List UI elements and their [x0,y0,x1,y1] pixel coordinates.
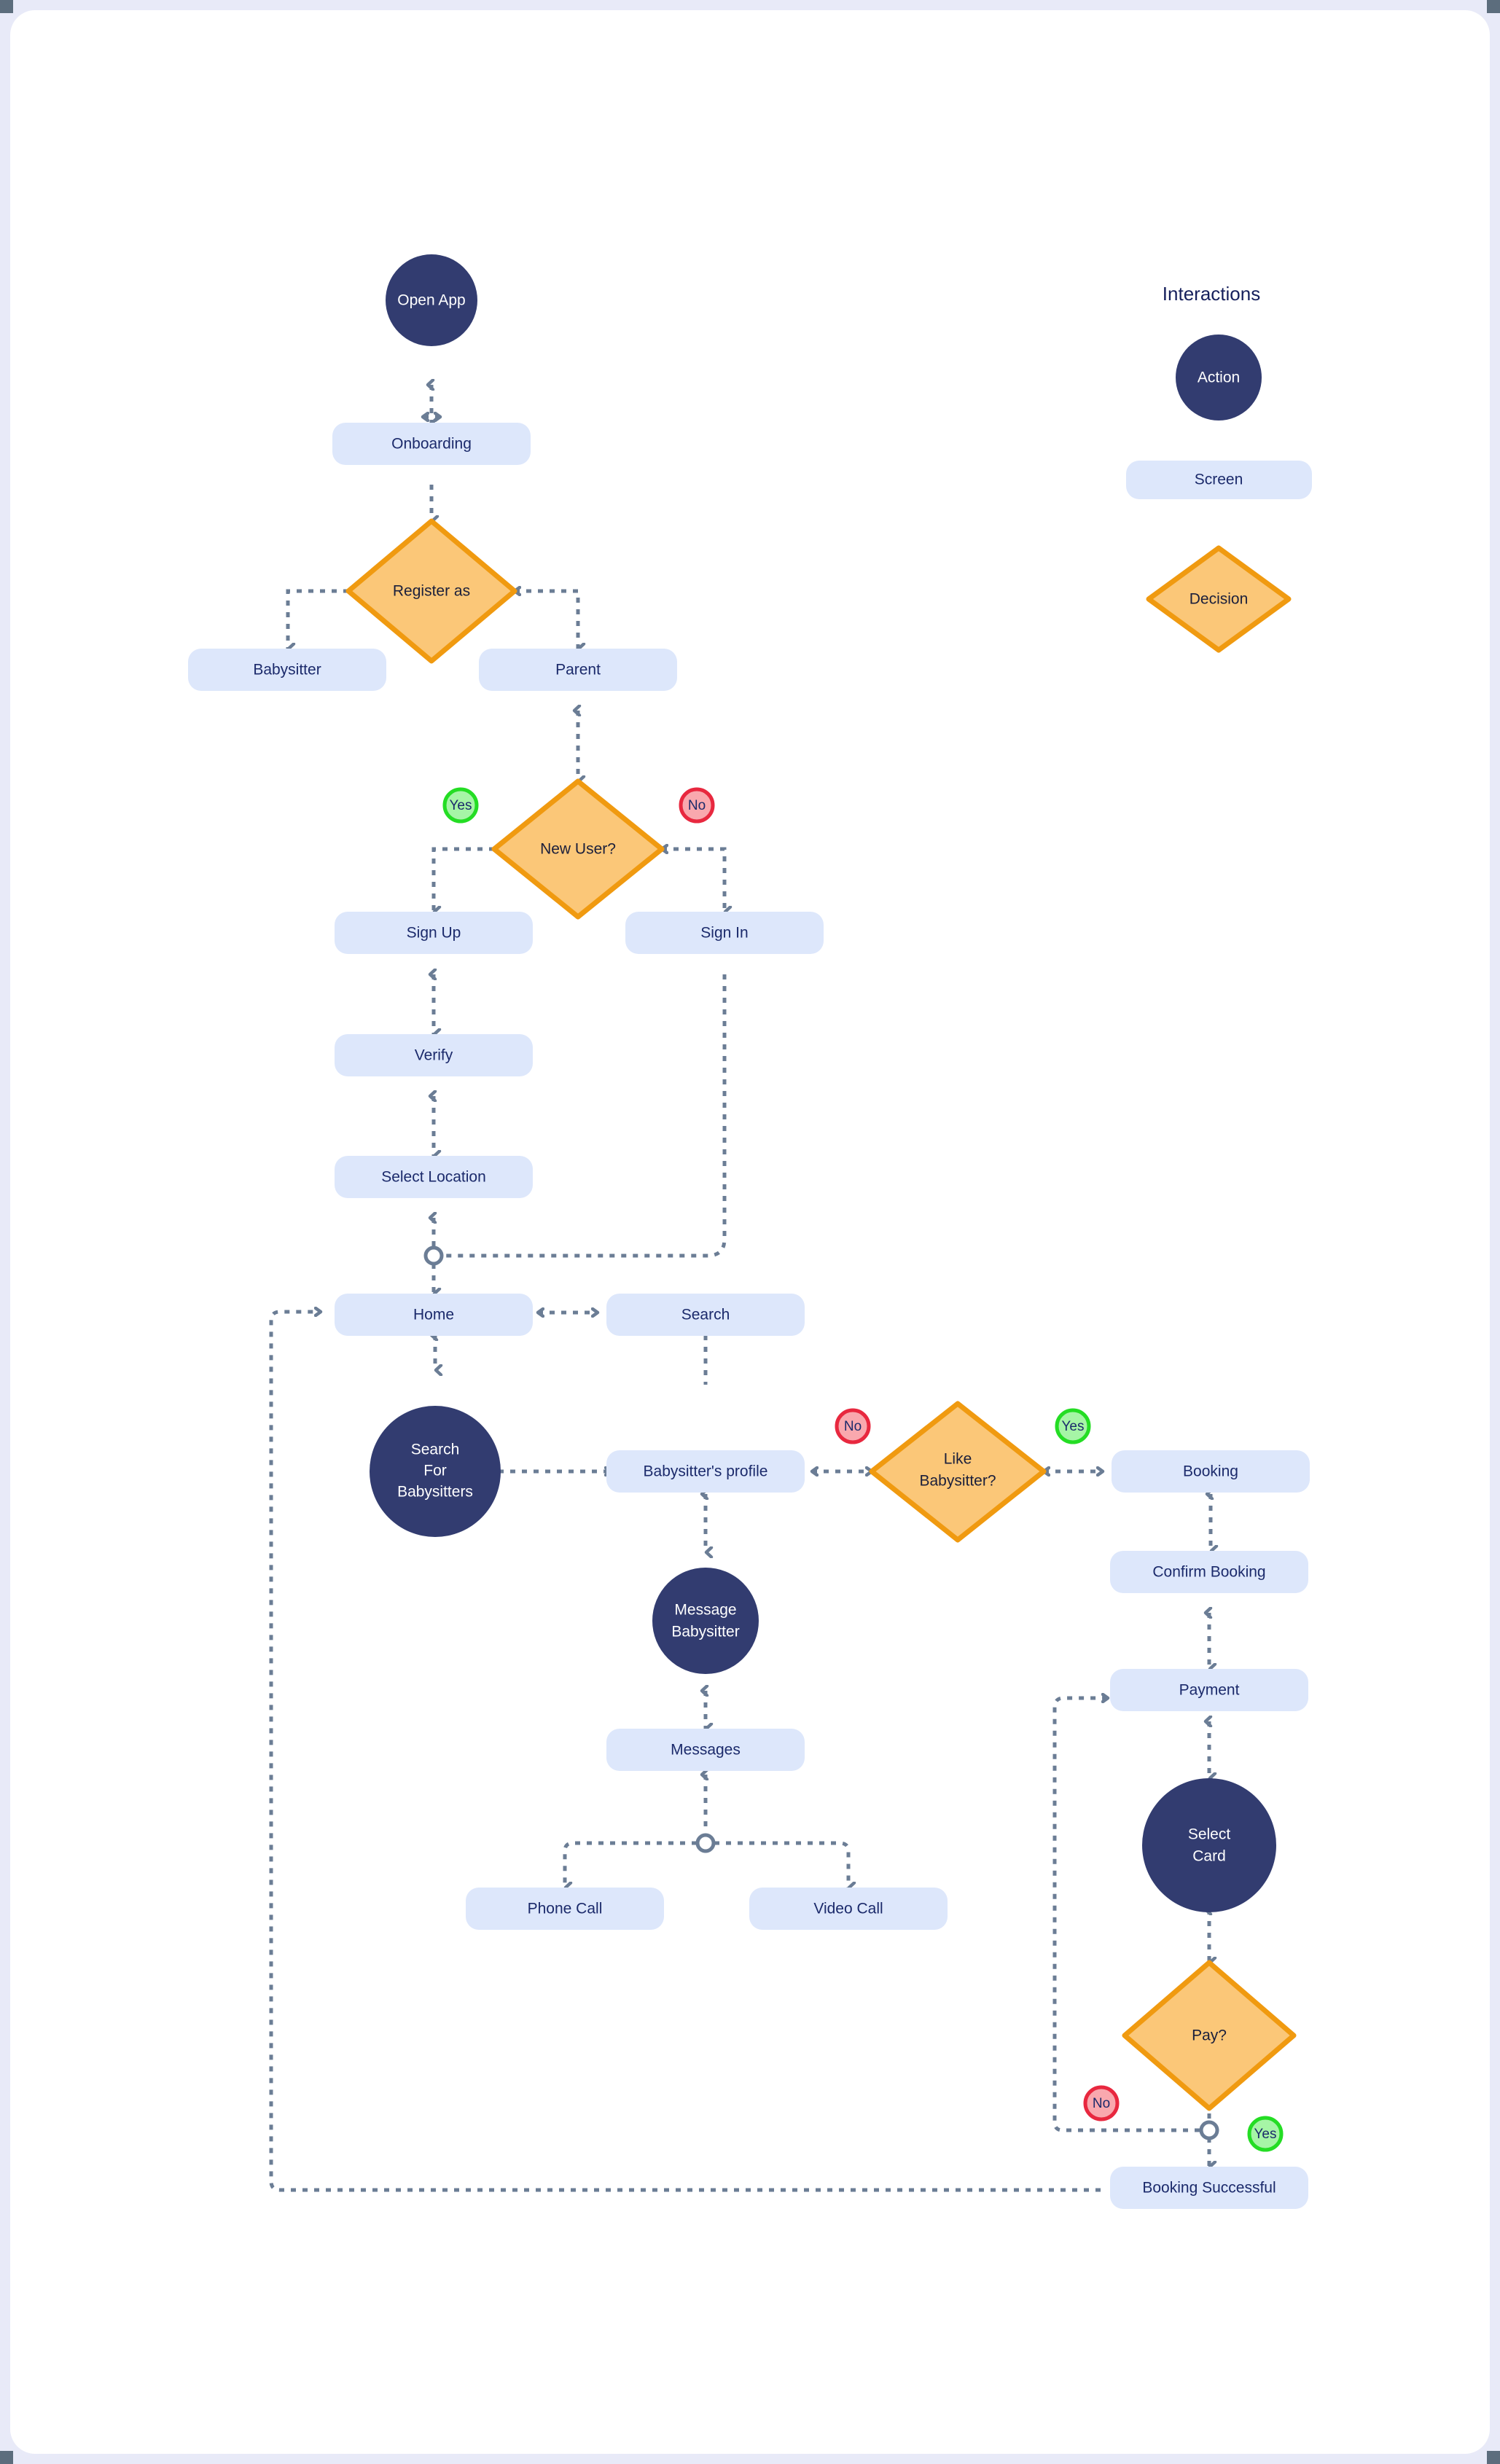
badge-no-new-user: No [679,787,715,824]
node-select-location[interactable]: Select Location [335,1156,533,1198]
node-onboarding[interactable]: Onboarding [332,423,531,465]
node-sign-in-label: Sign In [700,925,748,942]
node-booking-label: Booking [1183,1463,1238,1480]
node-message-babysitter[interactable]: Message Babysitter [652,1568,759,1674]
node-verify[interactable]: Verify [335,1034,533,1076]
node-layer: Open App Onboarding Register as Babysitt… [188,254,1310,2209]
node-open-app-label: Open App [397,292,465,309]
corner-marker-top-right [1487,0,1500,13]
node-messages-label: Messages [671,1742,741,1759]
node-new-user[interactable]: New User? [491,778,665,920]
node-select-card-line2: Card [1192,1848,1226,1865]
junction-below-messages [695,1833,716,1853]
node-message-babysitter-line1: Message [674,1602,736,1619]
node-booking-successful[interactable]: Booking Successful [1110,2167,1308,2209]
node-parent-label: Parent [555,662,601,678]
legend-screen-label: Screen [1195,472,1243,488]
node-new-user-label: New User? [540,841,616,858]
badge-yes-pay: Yes [1247,2116,1284,2152]
node-like-babysitter[interactable]: Like Babysitter? [869,1401,1047,1543]
legend-item-action: Action [1176,335,1262,421]
legend-decision-label: Decision [1190,591,1249,608]
edge-newuser-signin [662,849,724,912]
node-select-card[interactable]: Select Card [1142,1778,1276,1912]
node-open-app[interactable]: Open App [386,254,477,346]
badge-yes-new-user: Yes [442,787,479,824]
node-search-for-babysitters[interactable]: Search For Babysitters [370,1406,501,1537]
badge-no-like-babysitter-label: No [844,1419,862,1434]
node-message-babysitter-line2: Babysitter [671,1624,739,1640]
badge-no-new-user-label: No [688,798,706,813]
node-select-location-label: Select Location [381,1169,486,1186]
node-pay[interactable]: Pay? [1122,1960,1297,2111]
corner-marker-bottom-right [1487,2451,1500,2464]
legend-item-screen: Screen [1126,461,1312,499]
edge-register-parent [515,591,578,649]
node-search-for-babysitters-line1: Search [411,1442,460,1458]
node-babysitters-profile-label: Babysitter's profile [644,1463,768,1480]
node-sign-up[interactable]: Sign Up [335,912,533,954]
node-babysitter[interactable]: Babysitter [188,649,386,691]
node-register-as-label: Register as [393,583,470,600]
edge-signin-home [443,974,727,1258]
node-video-call[interactable]: Video Call [749,1888,948,1930]
node-messages[interactable]: Messages [606,1729,805,1771]
node-pay-label: Pay? [1192,2027,1227,2044]
node-search-label: Search [681,1307,730,1323]
node-search-for-babysitters-line3: Babysitters [397,1484,473,1501]
node-confirm-booking[interactable]: Confirm Booking [1110,1551,1308,1593]
badge-yes-like-babysitter: Yes [1055,1408,1091,1444]
node-booking[interactable]: Booking [1112,1450,1310,1493]
badge-yes-new-user-label: Yes [450,798,472,813]
badge-yes-like-babysitter-label: Yes [1062,1419,1085,1434]
edge-layer [269,385,1219,2192]
legend-item-decision: Decision [1146,545,1292,653]
edge-junction-phonecall [563,1841,697,1888]
junction-below-pay [1199,2120,1219,2140]
badge-no-pay-label: No [1093,2096,1110,2111]
corner-marker-bottom-left [0,2451,13,2464]
node-phone-call-label: Phone Call [528,1901,603,1917]
node-video-call-label: Video Call [813,1901,883,1917]
badge-no-pay: No [1083,2085,1120,2121]
node-like-babysitter-line2: Babysitter? [919,1473,996,1490]
node-payment[interactable]: Payment [1110,1669,1308,1711]
edge-junction-videocall [714,1841,848,1888]
badge-no-like-babysitter: No [835,1408,871,1444]
node-phone-call[interactable]: Phone Call [466,1888,664,1930]
edge-register-babysitter [286,591,348,649]
junction-above-home [423,1245,444,1266]
node-verify-label: Verify [415,1047,453,1064]
badge-yes-pay-label: Yes [1254,2127,1277,2142]
legend-action-label: Action [1198,369,1240,386]
node-confirm-booking-label: Confirm Booking [1152,1564,1265,1581]
node-sign-up-label: Sign Up [407,925,461,942]
node-parent[interactable]: Parent [479,649,677,691]
node-sign-in[interactable]: Sign In [625,912,824,954]
node-babysitters-profile[interactable]: Babysitter's profile [606,1450,805,1493]
legend: Interactions Action Screen Decision [1126,283,1312,653]
node-select-card-line1: Select [1188,1826,1231,1843]
legend-title: Interactions [1163,283,1260,305]
node-like-babysitter-line1: Like [944,1451,972,1468]
node-payment-label: Payment [1179,1682,1240,1699]
node-search[interactable]: Search [606,1294,805,1336]
edge-newuser-signup [431,849,494,912]
node-register-as[interactable]: Register as [345,518,517,664]
corner-marker-top-left [0,0,13,13]
node-home[interactable]: Home [335,1294,533,1336]
node-booking-successful-label: Booking Successful [1142,2180,1276,2197]
flowchart-svg: Open App Onboarding Register as Babysitt… [188,254,1312,2209]
node-onboarding-label: Onboarding [391,436,472,453]
node-babysitter-label: Babysitter [253,662,321,678]
node-search-for-babysitters-line2: For [423,1463,447,1479]
node-home-label: Home [413,1307,454,1323]
